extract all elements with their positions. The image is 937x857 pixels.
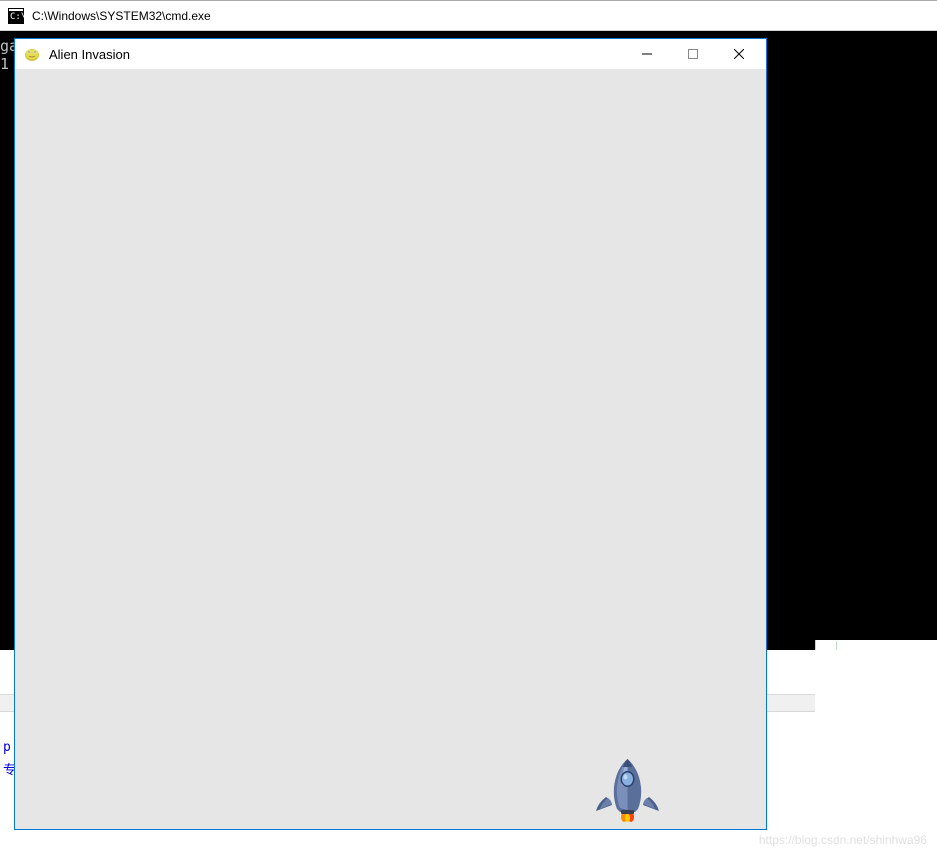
game-canvas[interactable]: [15, 69, 766, 829]
player-ship: [590, 755, 665, 825]
cmd-icon: C:\: [8, 8, 24, 24]
minimize-button[interactable]: [624, 39, 670, 69]
svg-text:C:\: C:\: [10, 12, 24, 22]
pygame-icon: [23, 45, 41, 63]
game-window-title: Alien Invasion: [49, 47, 624, 62]
maximize-button[interactable]: [670, 39, 716, 69]
game-window: Alien Invasion: [14, 38, 767, 830]
close-button[interactable]: [716, 39, 762, 69]
window-controls: [624, 39, 762, 69]
watermark: https://blog.csdn.net/shinhwa96: [759, 833, 927, 847]
cmd-title: C:\Windows\SYSTEM32\cmd.exe: [32, 9, 211, 23]
game-titlebar[interactable]: Alien Invasion: [15, 39, 766, 69]
background-text-fragment-p: p: [3, 740, 11, 755]
cmd-titlebar[interactable]: C:\ C:\Windows\SYSTEM32\cmd.exe: [0, 1, 937, 31]
